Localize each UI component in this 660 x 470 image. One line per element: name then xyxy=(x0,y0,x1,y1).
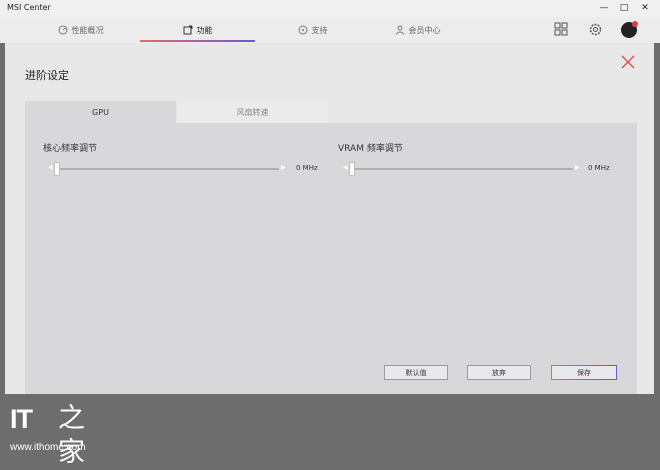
support-icon xyxy=(298,25,307,35)
nav-item-performance[interactable]: 性能概况 xyxy=(23,17,138,43)
minimize-button[interactable]: — xyxy=(596,2,612,15)
nav-label: 性能概况 xyxy=(71,25,104,35)
decrease-arrow[interactable]: ◀ xyxy=(343,164,348,171)
nav-label: 会员中心 xyxy=(408,25,441,35)
watermark-logo: IT xyxy=(10,404,33,434)
nav-label: 功能 xyxy=(196,25,213,35)
close-icon[interactable] xyxy=(621,55,635,69)
core-clock-label: 核心频率调节 xyxy=(43,144,98,154)
default-button[interactable]: 默认值 xyxy=(384,365,448,380)
tab-fan-speed[interactable]: 风扇转速 xyxy=(177,101,328,123)
tab-gpu[interactable]: GPU xyxy=(25,101,176,123)
nav-item-member-center[interactable]: 会员中心 xyxy=(360,17,475,43)
vram-clock-label: VRAM 频率调节 xyxy=(338,144,403,154)
app-title: MSI Center xyxy=(7,3,51,12)
increase-arrow[interactable]: ▶ xyxy=(575,164,580,171)
save-button[interactable]: 保存 xyxy=(551,365,617,380)
nav-item-support[interactable]: 支持 xyxy=(255,17,370,43)
close-window-button[interactable]: ✕ xyxy=(637,2,653,15)
vram-clock-thumb[interactable] xyxy=(349,162,355,176)
vram-clock-track[interactable] xyxy=(349,168,573,170)
title-bar: MSI Center — □ ✕ xyxy=(0,0,660,17)
gauge-icon xyxy=(58,25,67,35)
core-clock-value: 0 MHz xyxy=(296,164,318,172)
watermark-url: www.ithome.com xyxy=(10,442,86,453)
tab-bar: GPU 风扇转速 xyxy=(25,101,637,123)
decrease-arrow[interactable]: ◀ xyxy=(48,164,53,171)
discard-button[interactable]: 放弃 xyxy=(467,365,531,380)
gear-icon[interactable] xyxy=(588,22,603,37)
maximize-button[interactable]: □ xyxy=(616,2,632,15)
watermark-glyph: 之家 xyxy=(58,403,85,468)
feature-icon xyxy=(183,25,192,35)
nav-item-features[interactable]: 功能 xyxy=(140,17,255,43)
increase-arrow[interactable]: ▶ xyxy=(281,164,286,171)
core-clock-track[interactable] xyxy=(54,168,279,170)
user-icon xyxy=(395,25,404,35)
avatar[interactable] xyxy=(621,21,638,38)
core-clock-thumb[interactable] xyxy=(54,162,60,176)
vram-clock-value: 0 MHz xyxy=(588,164,610,172)
advanced-settings-dialog: 进阶设定 GPU 风扇转速 核心频率调节 ◀ ▶ 0 MHz VRAM 频率调节… xyxy=(5,43,654,394)
dialog-title: 进阶设定 xyxy=(25,69,69,82)
nav-label: 支持 xyxy=(311,25,328,35)
gpu-panel: 核心频率调节 ◀ ▶ 0 MHz VRAM 频率调节 ◀ ▶ 0 MHz xyxy=(25,123,637,394)
grid-icon[interactable] xyxy=(554,22,568,36)
